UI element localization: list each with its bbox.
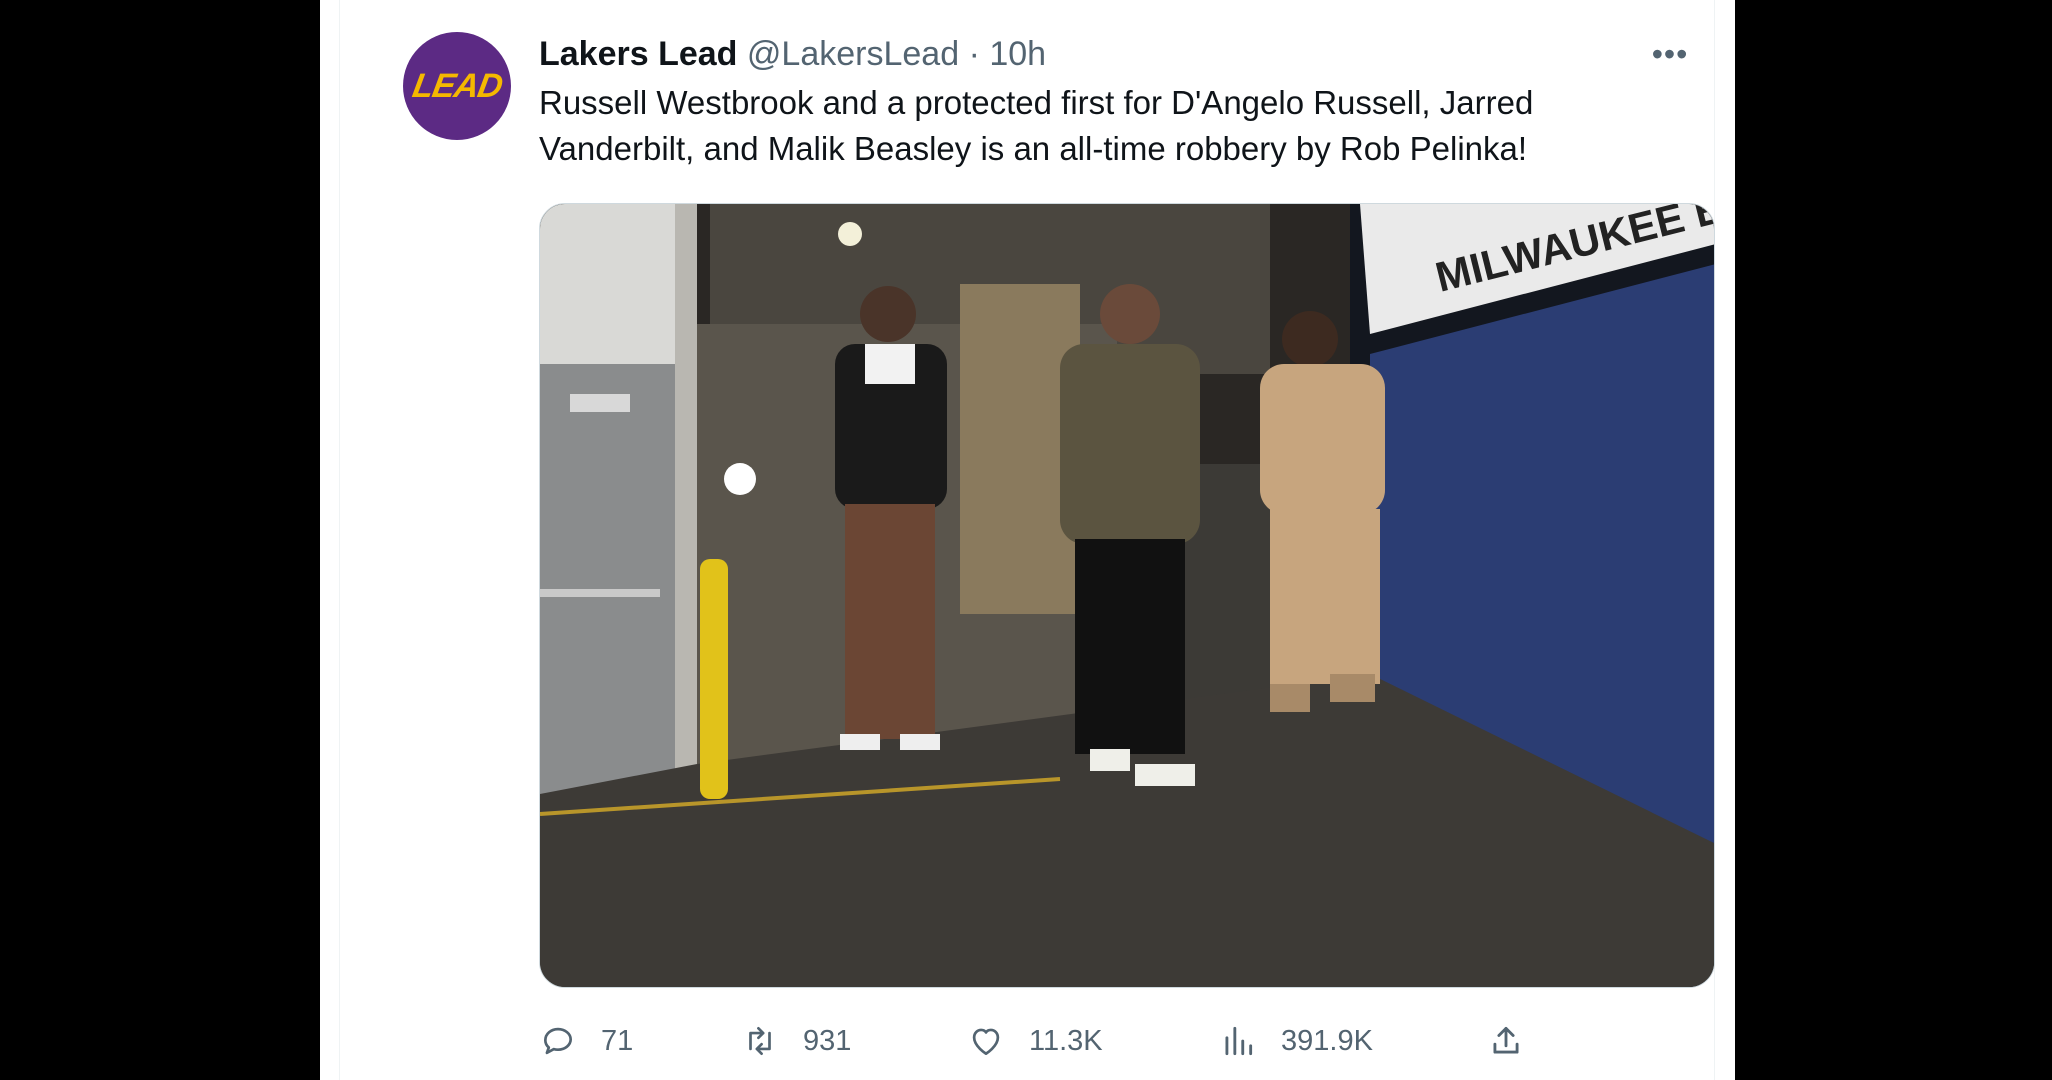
views-count: 391.9K <box>1281 1024 1373 1057</box>
like-count: 11.3K <box>1029 1024 1103 1057</box>
photo-illustration: MILWAUKEE BU <box>540 204 1714 987</box>
views-button[interactable]: 391.9K <box>1219 1018 1373 1064</box>
avatar-logo-text: LEAD <box>409 66 505 105</box>
reply-icon <box>543 1027 573 1055</box>
display-name[interactable]: Lakers Lead <box>539 35 737 73</box>
views-chart-icon <box>1225 1026 1253 1056</box>
share-icon <box>1493 1026 1519 1054</box>
retweet-count: 931 <box>803 1024 852 1057</box>
more-horizontal-icon: ••• <box>1651 35 1689 72</box>
retweet-icon <box>749 1026 771 1056</box>
tweet-actions: 71 931 11.3K 391.9K <box>539 1018 1715 1064</box>
separator-dot: · <box>968 35 980 73</box>
user-handle[interactable]: @LakersLead <box>747 35 959 73</box>
tweet-text: Russell Westbrook and a protected first … <box>539 84 1534 167</box>
heart-icon <box>972 1028 1000 1056</box>
retweet-button[interactable]: 931 <box>741 1018 851 1064</box>
tweet-card[interactable]: LEAD Lakers Lead @LakersLead · 10h ••• R… <box>339 0 1715 1080</box>
avatar[interactable]: LEAD <box>403 32 511 140</box>
tweet-panel: LEAD Lakers Lead @LakersLead · 10h ••• R… <box>320 0 1735 1080</box>
reply-button[interactable]: 71 <box>539 1018 633 1064</box>
more-options-button[interactable]: ••• <box>1645 34 1695 74</box>
tweet-photo[interactable]: MILWAUKEE BU <box>539 203 1715 988</box>
tweet-header: Lakers Lead @LakersLead · 10h <box>539 34 1046 74</box>
reply-count: 71 <box>601 1024 634 1057</box>
like-button[interactable]: 11.3K <box>967 1018 1103 1064</box>
timestamp[interactable]: 10h <box>989 35 1046 73</box>
share-button[interactable] <box>1487 1018 1525 1064</box>
